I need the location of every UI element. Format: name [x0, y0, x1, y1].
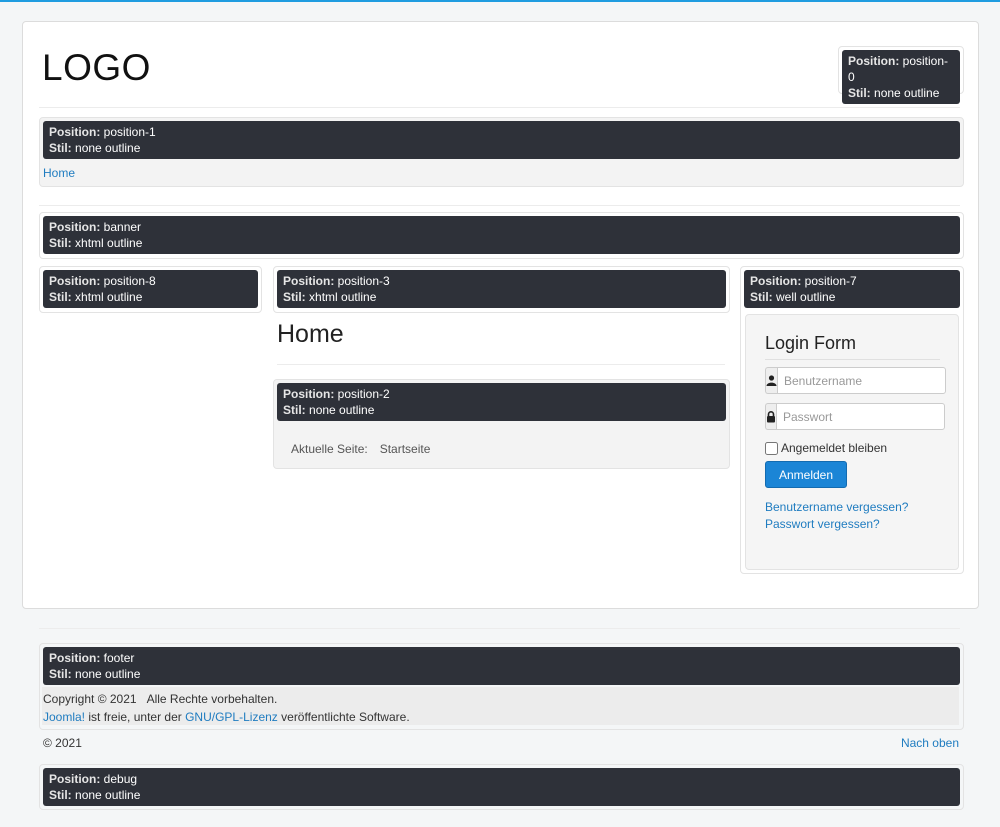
- site-logo[interactable]: LOGO: [42, 47, 151, 89]
- remember-label: Angemeldet bleiben: [781, 441, 888, 455]
- nav-divider: [39, 205, 960, 206]
- password-group: [765, 403, 945, 430]
- remember-me[interactable]: Angemeldet bleiben: [765, 441, 887, 455]
- breadcrumb-label: Aktuelle Seite:: [291, 442, 368, 456]
- position-label: Position: position-0 Stil: none outline: [842, 50, 960, 104]
- rights-text: Alle Rechte vorbehalten.: [146, 692, 278, 706]
- breadcrumb: Aktuelle Seite: Startseite: [291, 442, 430, 456]
- nav-home-link[interactable]: Home: [43, 166, 960, 180]
- position-label: Position: debug Stil: none outline: [43, 768, 960, 806]
- login-form: Login Form Angemeldet bleiben Anmelden B…: [745, 314, 959, 570]
- remember-checkbox[interactable]: [765, 441, 778, 455]
- license-line: Joomla! ist freie, unter der GNU/GPL-Liz…: [43, 710, 410, 724]
- title-divider: [277, 364, 725, 365]
- footer-year: © 2021: [43, 736, 82, 750]
- position-label: Position: position-1 Stil: none outline: [43, 121, 960, 159]
- position-label: Position: position-2 Stil: none outline: [277, 383, 726, 421]
- position-label: Position: position-7 Stil: well outline: [744, 270, 960, 308]
- login-divider: [765, 359, 940, 360]
- free-text: ist freie, unter der: [88, 710, 182, 724]
- login-button[interactable]: Anmelden: [765, 461, 847, 488]
- module-position-3: Position: position-3 Stil: xhtml outline: [273, 266, 730, 313]
- position-label: Position: banner Stil: xhtml outline: [43, 216, 960, 254]
- gpl-license-link[interactable]: GNU/GPL-Lizenz: [185, 710, 278, 724]
- released-text: veröffentlichte Software.: [281, 710, 410, 724]
- module-position-8: Position: position-8 Stil: xhtml outline: [39, 266, 262, 313]
- joomla-link[interactable]: Joomla!: [43, 710, 85, 724]
- copyright-text: Copyright © 2021: [43, 692, 137, 706]
- copyright-line: Copyright © 2021 Alle Rechte vorbehalten…: [43, 692, 277, 706]
- back-to-top-link[interactable]: Nach oben: [901, 736, 959, 750]
- module-banner: Position: banner Stil: xhtml outline: [39, 212, 964, 259]
- position-label: Position: footer Stil: none outline: [43, 647, 960, 685]
- module-position-0: Position: position-0 Stil: none outline: [838, 46, 964, 104]
- position-label: Position: position-8 Stil: xhtml outline: [43, 270, 258, 308]
- module-debug: Position: debug Stil: none outline: [39, 764, 964, 810]
- breadcrumb-current: Startseite: [379, 442, 431, 456]
- forgot-username-link[interactable]: Benutzername vergessen?: [765, 500, 908, 514]
- username-input[interactable]: [777, 367, 946, 394]
- position-label: Position: position-3 Stil: xhtml outline: [277, 270, 726, 308]
- password-input[interactable]: [776, 403, 945, 430]
- footer-divider: [39, 628, 960, 629]
- user-icon: [765, 367, 777, 394]
- login-form-title: Login Form: [765, 333, 857, 353]
- page-title: Home: [277, 320, 344, 348]
- lock-icon: [765, 403, 776, 430]
- header-divider: [39, 107, 960, 108]
- module-position-1: Position: position-1 Stil: none outline …: [39, 117, 964, 187]
- username-group: [765, 367, 946, 394]
- forgot-password-link[interactable]: Passwort vergessen?: [765, 517, 880, 531]
